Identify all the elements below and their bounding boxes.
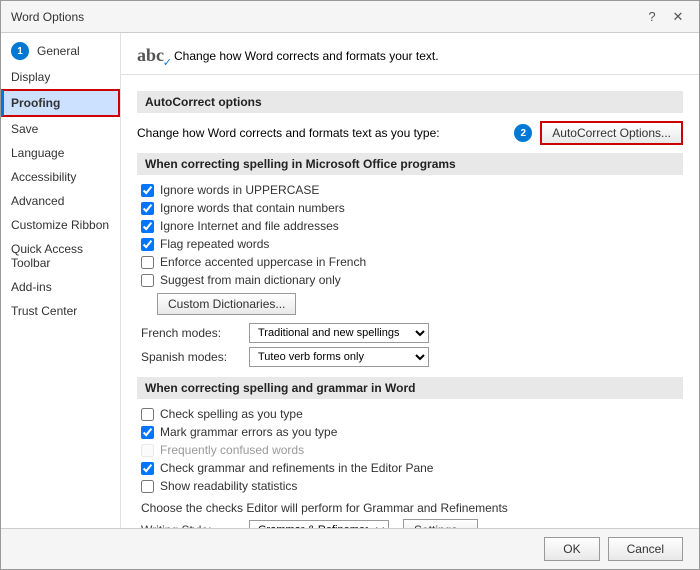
repeated-label: Flag repeated words (160, 237, 269, 251)
writing-style-row: Writing Style: Grammar & Refinements Gra… (137, 519, 683, 528)
main-header: abc ✓ Change how Word corrects and forma… (121, 33, 699, 75)
sidebar-item-general[interactable]: 1 General (1, 37, 120, 65)
word-options-dialog: Word Options ? ✕ 1 General Display Proof… (0, 0, 700, 570)
title-bar: Word Options ? ✕ (1, 1, 699, 33)
sidebar-item-customize[interactable]: Customize Ribbon (1, 213, 120, 237)
sidebar-item-general-label: General (37, 44, 80, 58)
cb-freq-confused: Frequently confused words (137, 443, 683, 457)
writing-style-select[interactable]: Grammar & Refinements Grammar Only (249, 520, 389, 528)
general-badge: 1 (11, 42, 29, 60)
spanish-modes-row: Spanish modes: Tuteo verb forms only Vos… (137, 347, 683, 367)
french-modes-label: French modes: (141, 326, 241, 340)
cancel-button[interactable]: Cancel (608, 537, 683, 561)
dialog-title: Word Options (11, 10, 84, 24)
sidebar-item-quick-access[interactable]: Quick Access Toolbar (1, 237, 120, 275)
internet-checkbox[interactable] (141, 220, 154, 233)
cb-suggest: Suggest from main dictionary only (137, 273, 683, 287)
spanish-modes-label: Spanish modes: (141, 350, 241, 364)
grammar-section-bar: When correcting spelling and grammar in … (137, 377, 683, 399)
grammar-section-title: When correcting spelling and grammar in … (145, 381, 415, 395)
mark-grammar-checkbox[interactable] (141, 426, 154, 439)
spanish-modes-select[interactable]: Tuteo verb forms only Voseo verb forms o… (249, 347, 429, 367)
sidebar-item-save-label: Save (11, 122, 38, 136)
autocorrect-section-bar: AutoCorrect options (137, 91, 683, 113)
autocorrect-button-group: 2 AutoCorrect Options... (514, 121, 683, 145)
cb-check-spelling: Check spelling as you type (137, 407, 683, 421)
sidebar-item-accessibility[interactable]: Accessibility (1, 165, 120, 189)
dialog-footer: OK Cancel (1, 528, 699, 569)
sidebar-item-addins[interactable]: Add-ins (1, 275, 120, 299)
autocorrect-row: Change how Word corrects and formats tex… (137, 121, 683, 145)
sidebar-item-save[interactable]: Save (1, 117, 120, 141)
cb-readability: Show readability statistics (137, 479, 683, 493)
settings-button[interactable]: Settings... (403, 519, 478, 528)
uppercase-checkbox[interactable] (141, 184, 154, 197)
cb-internet: Ignore Internet and file addresses (137, 219, 683, 233)
main-panel: abc ✓ Change how Word corrects and forma… (121, 33, 699, 528)
cb-check-grammar: Check grammar and refinements in the Edi… (137, 461, 683, 475)
sidebar-item-language[interactable]: Language (1, 141, 120, 165)
check-spelling-checkbox[interactable] (141, 408, 154, 421)
check-spelling-label: Check spelling as you type (160, 407, 303, 421)
repeated-checkbox[interactable] (141, 238, 154, 251)
abc-icon-container: abc ✓ (137, 45, 164, 66)
suggest-label: Suggest from main dictionary only (160, 273, 341, 287)
readability-checkbox[interactable] (141, 480, 154, 493)
cb-repeated: Flag repeated words (137, 237, 683, 251)
abc-icon: abc (137, 45, 164, 65)
sidebar-item-display-label: Display (11, 70, 50, 84)
numbers-label: Ignore words that contain numbers (160, 201, 345, 215)
sidebar-item-trust-label: Trust Center (11, 304, 77, 318)
suggest-checkbox[interactable] (141, 274, 154, 287)
autocorrect-description: Change how Word corrects and formats tex… (137, 126, 440, 140)
sidebar-item-proofing[interactable]: Proofing (1, 89, 120, 117)
internet-label: Ignore Internet and file addresses (160, 219, 339, 233)
freq-confused-checkbox (141, 444, 154, 457)
french-modes-row: French modes: Traditional and new spelli… (137, 323, 683, 343)
title-bar-left: Word Options (11, 10, 84, 24)
sidebar: 1 General Display Proofing Save Language… (1, 33, 121, 528)
custom-dict-container: Custom Dictionaries... (157, 293, 683, 315)
sidebar-item-addins-label: Add-ins (11, 280, 52, 294)
choose-text-label: Choose the checks Editor will perform fo… (141, 501, 508, 515)
check-grammar-checkbox[interactable] (141, 462, 154, 475)
check-grammar-label: Check grammar and refinements in the Edi… (160, 461, 433, 475)
cb-uppercase: Ignore words in UPPERCASE (137, 183, 683, 197)
autocorrect-section-title: AutoCorrect options (145, 95, 262, 109)
cb-accented: Enforce accented uppercase in French (137, 255, 683, 269)
cb-mark-grammar: Mark grammar errors as you type (137, 425, 683, 439)
sidebar-item-quick-access-label: Quick Access Toolbar (11, 242, 110, 270)
sidebar-item-advanced[interactable]: Advanced (1, 189, 120, 213)
accented-label: Enforce accented uppercase in French (160, 255, 366, 269)
custom-dictionaries-button[interactable]: Custom Dictionaries... (157, 293, 296, 315)
readability-label: Show readability statistics (160, 479, 297, 493)
close-button[interactable]: ✕ (667, 6, 689, 28)
freq-confused-label: Frequently confused words (160, 443, 304, 457)
sidebar-item-accessibility-label: Accessibility (11, 170, 76, 184)
sidebar-item-trust[interactable]: Trust Center (1, 299, 120, 323)
spelling-section-title: When correcting spelling in Microsoft Of… (145, 157, 456, 171)
cb-numbers: Ignore words that contain numbers (137, 201, 683, 215)
accented-checkbox[interactable] (141, 256, 154, 269)
choose-text: Choose the checks Editor will perform fo… (137, 497, 683, 519)
spelling-section-bar: When correcting spelling in Microsoft Of… (137, 153, 683, 175)
uppercase-label: Ignore words in UPPERCASE (160, 183, 319, 197)
autocorrect-badge: 2 (514, 124, 532, 142)
french-modes-select[interactable]: Traditional and new spellings Traditiona… (249, 323, 429, 343)
main-body: AutoCorrect options Change how Word corr… (121, 75, 699, 528)
sidebar-item-advanced-label: Advanced (11, 194, 64, 208)
mark-grammar-label: Mark grammar errors as you type (160, 425, 337, 439)
sidebar-item-proofing-label: Proofing (11, 96, 60, 110)
sidebar-item-customize-label: Customize Ribbon (11, 218, 109, 232)
sidebar-item-display[interactable]: Display (1, 65, 120, 89)
numbers-checkbox[interactable] (141, 202, 154, 215)
title-bar-controls: ? ✕ (641, 6, 689, 28)
main-header-text: Change how Word corrects and formats you… (174, 49, 439, 63)
sidebar-item-language-label: Language (11, 146, 64, 160)
help-button[interactable]: ? (641, 6, 663, 28)
ok-button[interactable]: OK (544, 537, 599, 561)
dialog-content: 1 General Display Proofing Save Language… (1, 33, 699, 528)
checkmark-icon: ✓ (163, 56, 172, 69)
autocorrect-options-button[interactable]: AutoCorrect Options... (540, 121, 683, 145)
